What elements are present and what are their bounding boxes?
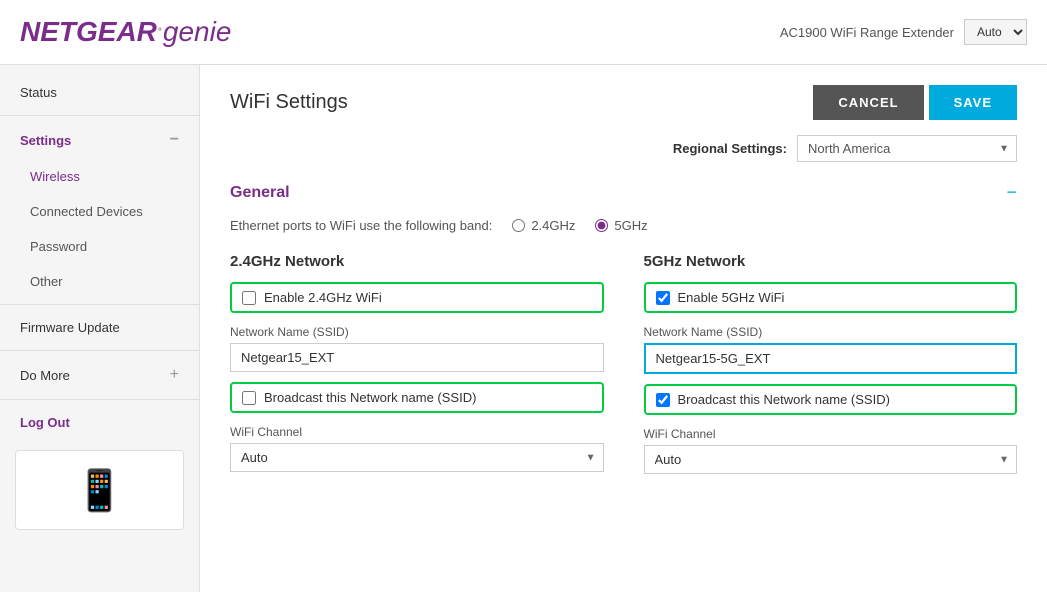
regional-label: Regional Settings: — [673, 141, 787, 156]
phone-icon: 📱 — [75, 467, 125, 514]
channel-2-4-label: WiFi Channel — [230, 425, 604, 439]
logo-dot: ° — [158, 27, 162, 38]
broadcast-2-4-checkbox[interactable] — [242, 391, 256, 405]
sidebar-password-label: Password — [30, 239, 87, 254]
channel-2-4-wrapper: Auto 1611 — [230, 443, 604, 472]
sidebar-firmware-label: Firmware Update — [20, 320, 120, 335]
network-2-4-section: 2.4GHz Network Enable 2.4GHz WiFi Networ… — [230, 253, 604, 484]
sidebar-logout-label: Log Out — [20, 415, 70, 430]
sidebar-connected-label: Connected Devices — [30, 204, 143, 219]
logo-genie: genie — [163, 16, 232, 48]
sidebar-image-box: 📱 — [15, 450, 184, 530]
sidebar-divider-4 — [0, 399, 199, 400]
sidebar-do-more-label: Do More — [20, 368, 70, 383]
page-title: WiFi Settings — [230, 91, 348, 114]
enable-2-4-row[interactable]: Enable 2.4GHz WiFi — [230, 282, 604, 313]
channel-5-wrapper: Auto 36404448 — [644, 445, 1018, 474]
sidebar-item-connected-devices[interactable]: Connected Devices — [0, 194, 199, 229]
sidebar-item-settings[interactable]: Settings − — [0, 121, 199, 159]
networks-grid: 2.4GHz Network Enable 2.4GHz WiFi Networ… — [230, 253, 1017, 484]
band-2-4-label: 2.4GHz — [531, 218, 575, 233]
band-label: Ethernet ports to WiFi use the following… — [230, 218, 492, 233]
logo-area: NETGEAR° genie — [20, 16, 231, 48]
header: NETGEAR° genie AC1900 WiFi Range Extende… — [0, 0, 1047, 65]
ssid-5-label: Network Name (SSID) — [644, 325, 1018, 339]
general-section-header: General − — [230, 182, 1017, 203]
sidebar-item-do-more[interactable]: Do More + — [0, 356, 199, 394]
header-dropdown[interactable]: Auto — [964, 19, 1027, 45]
broadcast-2-4-label: Broadcast this Network name (SSID) — [264, 390, 476, 405]
channel-5-select[interactable]: Auto 36404448 — [644, 445, 1018, 474]
broadcast-5-label: Broadcast this Network name (SSID) — [678, 392, 890, 407]
network-5-section: 5GHz Network Enable 5GHz WiFi Network Na… — [644, 253, 1018, 484]
broadcast-5-checkbox[interactable] — [656, 393, 670, 407]
page-header: WiFi Settings CANCEL SAVE — [230, 85, 1017, 120]
main-layout: Status Settings − Wireless Connected Dev… — [0, 65, 1047, 592]
band-2-4-option[interactable]: 2.4GHz — [512, 218, 575, 233]
band-5-radio[interactable] — [595, 219, 608, 232]
sidebar-item-password[interactable]: Password — [0, 229, 199, 264]
logo-netgear: NETGEAR — [20, 16, 157, 48]
sidebar-status-label: Status — [20, 85, 57, 100]
button-group: CANCEL SAVE — [813, 85, 1017, 120]
enable-5-label: Enable 5GHz WiFi — [678, 290, 785, 305]
band-5-option[interactable]: 5GHz — [595, 218, 647, 233]
broadcast-2-4-row[interactable]: Broadcast this Network name (SSID) — [230, 382, 604, 413]
ssid-5-input[interactable] — [644, 343, 1018, 374]
sidebar-divider-2 — [0, 304, 199, 305]
save-button[interactable]: SAVE — [929, 85, 1017, 120]
network-2-4-title: 2.4GHz Network — [230, 253, 604, 270]
sidebar-item-status[interactable]: Status — [0, 75, 199, 110]
ssid-2-4-input[interactable] — [230, 343, 604, 372]
sidebar: Status Settings − Wireless Connected Dev… — [0, 65, 200, 592]
regional-select-wrapper: North America Europe Asia Australia — [797, 135, 1017, 162]
network-5-title: 5GHz Network — [644, 253, 1018, 270]
broadcast-5-row[interactable]: Broadcast this Network name (SSID) — [644, 384, 1018, 415]
header-right: AC1900 WiFi Range Extender Auto — [780, 19, 1027, 45]
sidebar-item-wireless[interactable]: Wireless — [0, 159, 199, 194]
regional-select[interactable]: North America Europe Asia Australia — [797, 135, 1017, 162]
enable-5-row[interactable]: Enable 5GHz WiFi — [644, 282, 1018, 313]
sidebar-item-other[interactable]: Other — [0, 264, 199, 299]
regional-settings-row: Regional Settings: North America Europe … — [230, 135, 1017, 162]
general-section-title: General — [230, 184, 290, 202]
sidebar-minus-icon: − — [170, 131, 179, 149]
band-5-label: 5GHz — [614, 218, 647, 233]
band-selection-row: Ethernet ports to WiFi use the following… — [230, 218, 1017, 233]
sidebar-item-firmware[interactable]: Firmware Update — [0, 310, 199, 345]
enable-5-checkbox[interactable] — [656, 291, 670, 305]
channel-2-4-select[interactable]: Auto 1611 — [230, 443, 604, 472]
band-2-4-radio[interactable] — [512, 219, 525, 232]
channel-5-label: WiFi Channel — [644, 427, 1018, 441]
sidebar-settings-label: Settings — [20, 133, 71, 148]
general-collapse-icon[interactable]: − — [1006, 182, 1017, 203]
content-area: WiFi Settings CANCEL SAVE Regional Setti… — [200, 65, 1047, 592]
sidebar-wireless-label: Wireless — [30, 169, 80, 184]
cancel-button[interactable]: CANCEL — [813, 85, 923, 120]
sidebar-divider-3 — [0, 350, 199, 351]
enable-2-4-label: Enable 2.4GHz WiFi — [264, 290, 382, 305]
ssid-2-4-label: Network Name (SSID) — [230, 325, 604, 339]
sidebar-item-logout[interactable]: Log Out — [0, 405, 199, 440]
device-name: AC1900 WiFi Range Extender — [780, 25, 954, 40]
sidebar-divider-1 — [0, 115, 199, 116]
sidebar-other-label: Other — [30, 274, 63, 289]
sidebar-plus-icon: + — [170, 366, 179, 384]
enable-2-4-checkbox[interactable] — [242, 291, 256, 305]
